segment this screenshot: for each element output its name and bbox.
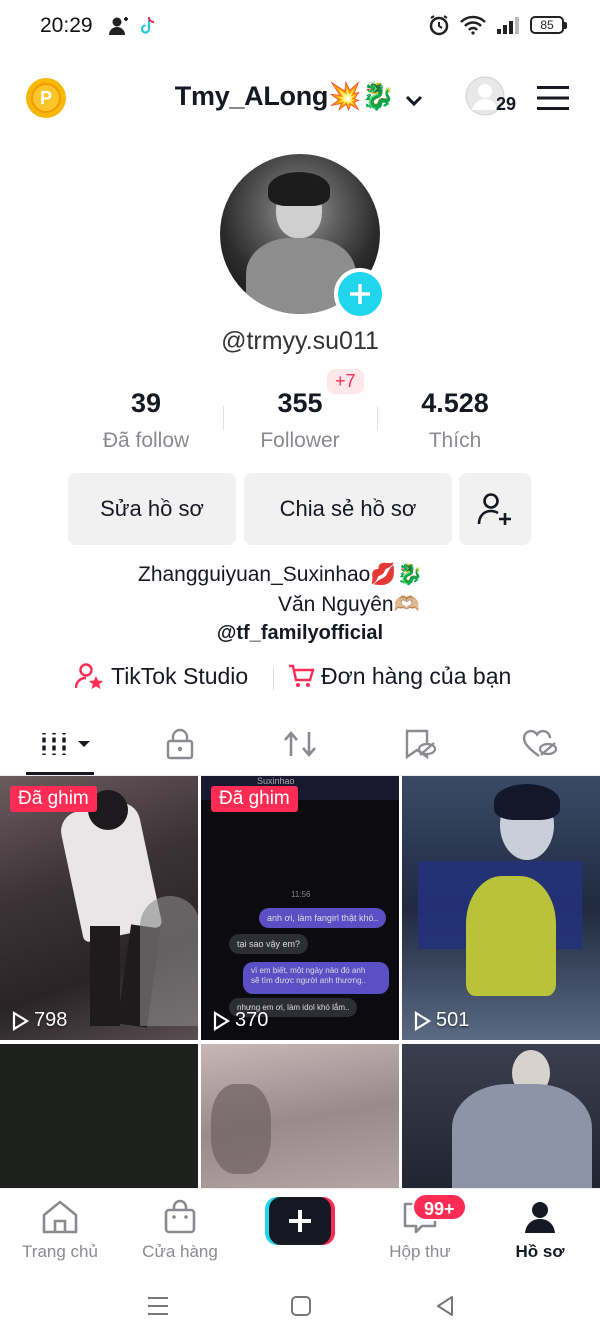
play-icon — [414, 1010, 432, 1031]
tab-reposts[interactable] — [270, 726, 330, 762]
pinned-badge: Đã ghim — [211, 786, 298, 812]
new-followers-badge: +7 — [327, 369, 364, 394]
nav-shop[interactable]: Cửa hàng — [120, 1199, 240, 1262]
heart-hidden-icon — [522, 729, 558, 757]
tab-private[interactable] — [150, 726, 210, 762]
profile-header: P Tmy_ALong💥🐉 29 — [0, 70, 600, 126]
bottom-nav: Trang chủ Cửa hàng Hộp thư 99+ Hồ sơ — [0, 1188, 600, 1270]
contact-add-icon — [109, 17, 128, 35]
profile-handle: @trmyy.su011 — [221, 327, 379, 355]
play-icon — [213, 1010, 231, 1031]
home-icon — [42, 1200, 78, 1234]
video-thumbnail[interactable]: 501 — [402, 776, 600, 1040]
edit-profile-button[interactable]: Sửa hồ sơ — [68, 473, 236, 545]
chat-message: sẽ tìm được người anh thương.. — [251, 976, 366, 985]
nav-inbox-label: Hộp thư — [389, 1242, 451, 1261]
tab-videos[interactable] — [36, 726, 96, 762]
grid-icon — [41, 733, 90, 755]
play-icon — [12, 1010, 30, 1031]
home-button-icon[interactable] — [290, 1295, 312, 1317]
studio-icon — [75, 663, 103, 689]
add-friends-button[interactable] — [459, 473, 531, 545]
content-tabs — [0, 712, 600, 776]
nav-profile-label: Hồ sơ — [515, 1242, 565, 1261]
likes-count: 4.528 — [421, 388, 489, 418]
following-label: Đã follow — [102, 429, 190, 452]
tab-liked[interactable] — [510, 726, 570, 762]
tab-favorites[interactable] — [390, 726, 450, 762]
chat-message: vì em biết, một ngày nào đó anh — [251, 966, 366, 975]
orders-label: Đơn hàng của bạn — [321, 662, 512, 689]
username: Tmy_ALong💥🐉 — [174, 81, 395, 111]
bio-link[interactable]: @tf_familyofficial — [0, 622, 600, 645]
add-user-icon — [477, 493, 511, 525]
video-thumbnail[interactable]: Đã ghim 798 — [0, 776, 198, 1040]
tiktok-studio-label: TikTok Studio — [111, 662, 249, 689]
status-time: 20:29 — [40, 14, 93, 37]
bio-line-2: Văn Nguyên🫶🏼 — [278, 593, 420, 616]
video-thumbnail[interactable] — [402, 1044, 600, 1194]
bio-line-1: Zhangguiyuan_Suxinhao💋🐉 — [138, 563, 423, 586]
chat-message: anh ơi, làm fangirl thật khó.. — [259, 908, 387, 928]
battery-indicator: 85 — [530, 16, 567, 34]
profile-icon — [525, 1202, 555, 1233]
nav-home-label: Trang chủ — [22, 1242, 98, 1261]
visitor-count: 29 — [496, 94, 517, 114]
video-thumbnail[interactable]: Suxinhao 11:56 anh ơi, làm fangirl thật … — [201, 776, 399, 1040]
followers-label: Follower — [260, 429, 340, 452]
tiktok-studio-link[interactable]: TikTok Studio — [75, 662, 248, 690]
chat-time: 11:56 — [291, 890, 311, 899]
nav-profile[interactable]: Hồ sơ — [480, 1199, 600, 1262]
following-stat[interactable]: 39 Đã follow — [66, 388, 226, 453]
back-icon[interactable] — [434, 1295, 456, 1317]
shopping-bag-icon — [164, 1199, 196, 1234]
following-count: 39 — [130, 388, 162, 418]
inbox-badge: 99+ — [412, 1193, 467, 1221]
cart-icon — [289, 664, 315, 687]
video-thumbnail[interactable] — [0, 1044, 198, 1194]
signal-icon — [497, 17, 519, 34]
play-count: 501 — [412, 1009, 469, 1032]
tiktok-notification-icon — [140, 16, 155, 34]
bookmark-hidden-icon — [405, 729, 437, 760]
lock-icon — [166, 728, 194, 760]
status-bar: 20:29 85 — [0, 0, 600, 56]
play-count: 798 — [10, 1009, 67, 1032]
system-nav-bar — [0, 1270, 600, 1343]
alarm-icon — [429, 15, 449, 36]
likes-label: Thích — [428, 429, 482, 452]
menu-icon[interactable] — [537, 85, 569, 111]
chat-message: tại sao vậy em? — [229, 934, 309, 954]
video-thumbnail[interactable] — [201, 1044, 399, 1194]
pinned-badge: Đã ghim — [10, 786, 97, 812]
recent-apps-icon[interactable] — [146, 1295, 170, 1317]
plus-icon — [350, 284, 370, 304]
chat-header: Suxinhao — [257, 776, 295, 786]
play-count: 370 — [211, 1009, 268, 1032]
likes-stat[interactable]: 4.528 Thích — [375, 388, 535, 453]
share-profile-button[interactable]: Chia sẻ hồ sơ — [244, 473, 452, 545]
wifi-icon — [460, 15, 486, 35]
followers-stat[interactable]: 355 Follower — [220, 388, 380, 453]
orders-link[interactable]: Đơn hàng của bạn — [287, 662, 511, 690]
nav-shop-label: Cửa hàng — [142, 1242, 218, 1261]
nav-home[interactable]: Trang chủ — [0, 1199, 120, 1262]
chevron-down-icon — [406, 95, 423, 106]
add-story-button[interactable] — [334, 268, 386, 320]
create-button[interactable] — [265, 1197, 335, 1245]
repost-icon — [284, 731, 316, 757]
